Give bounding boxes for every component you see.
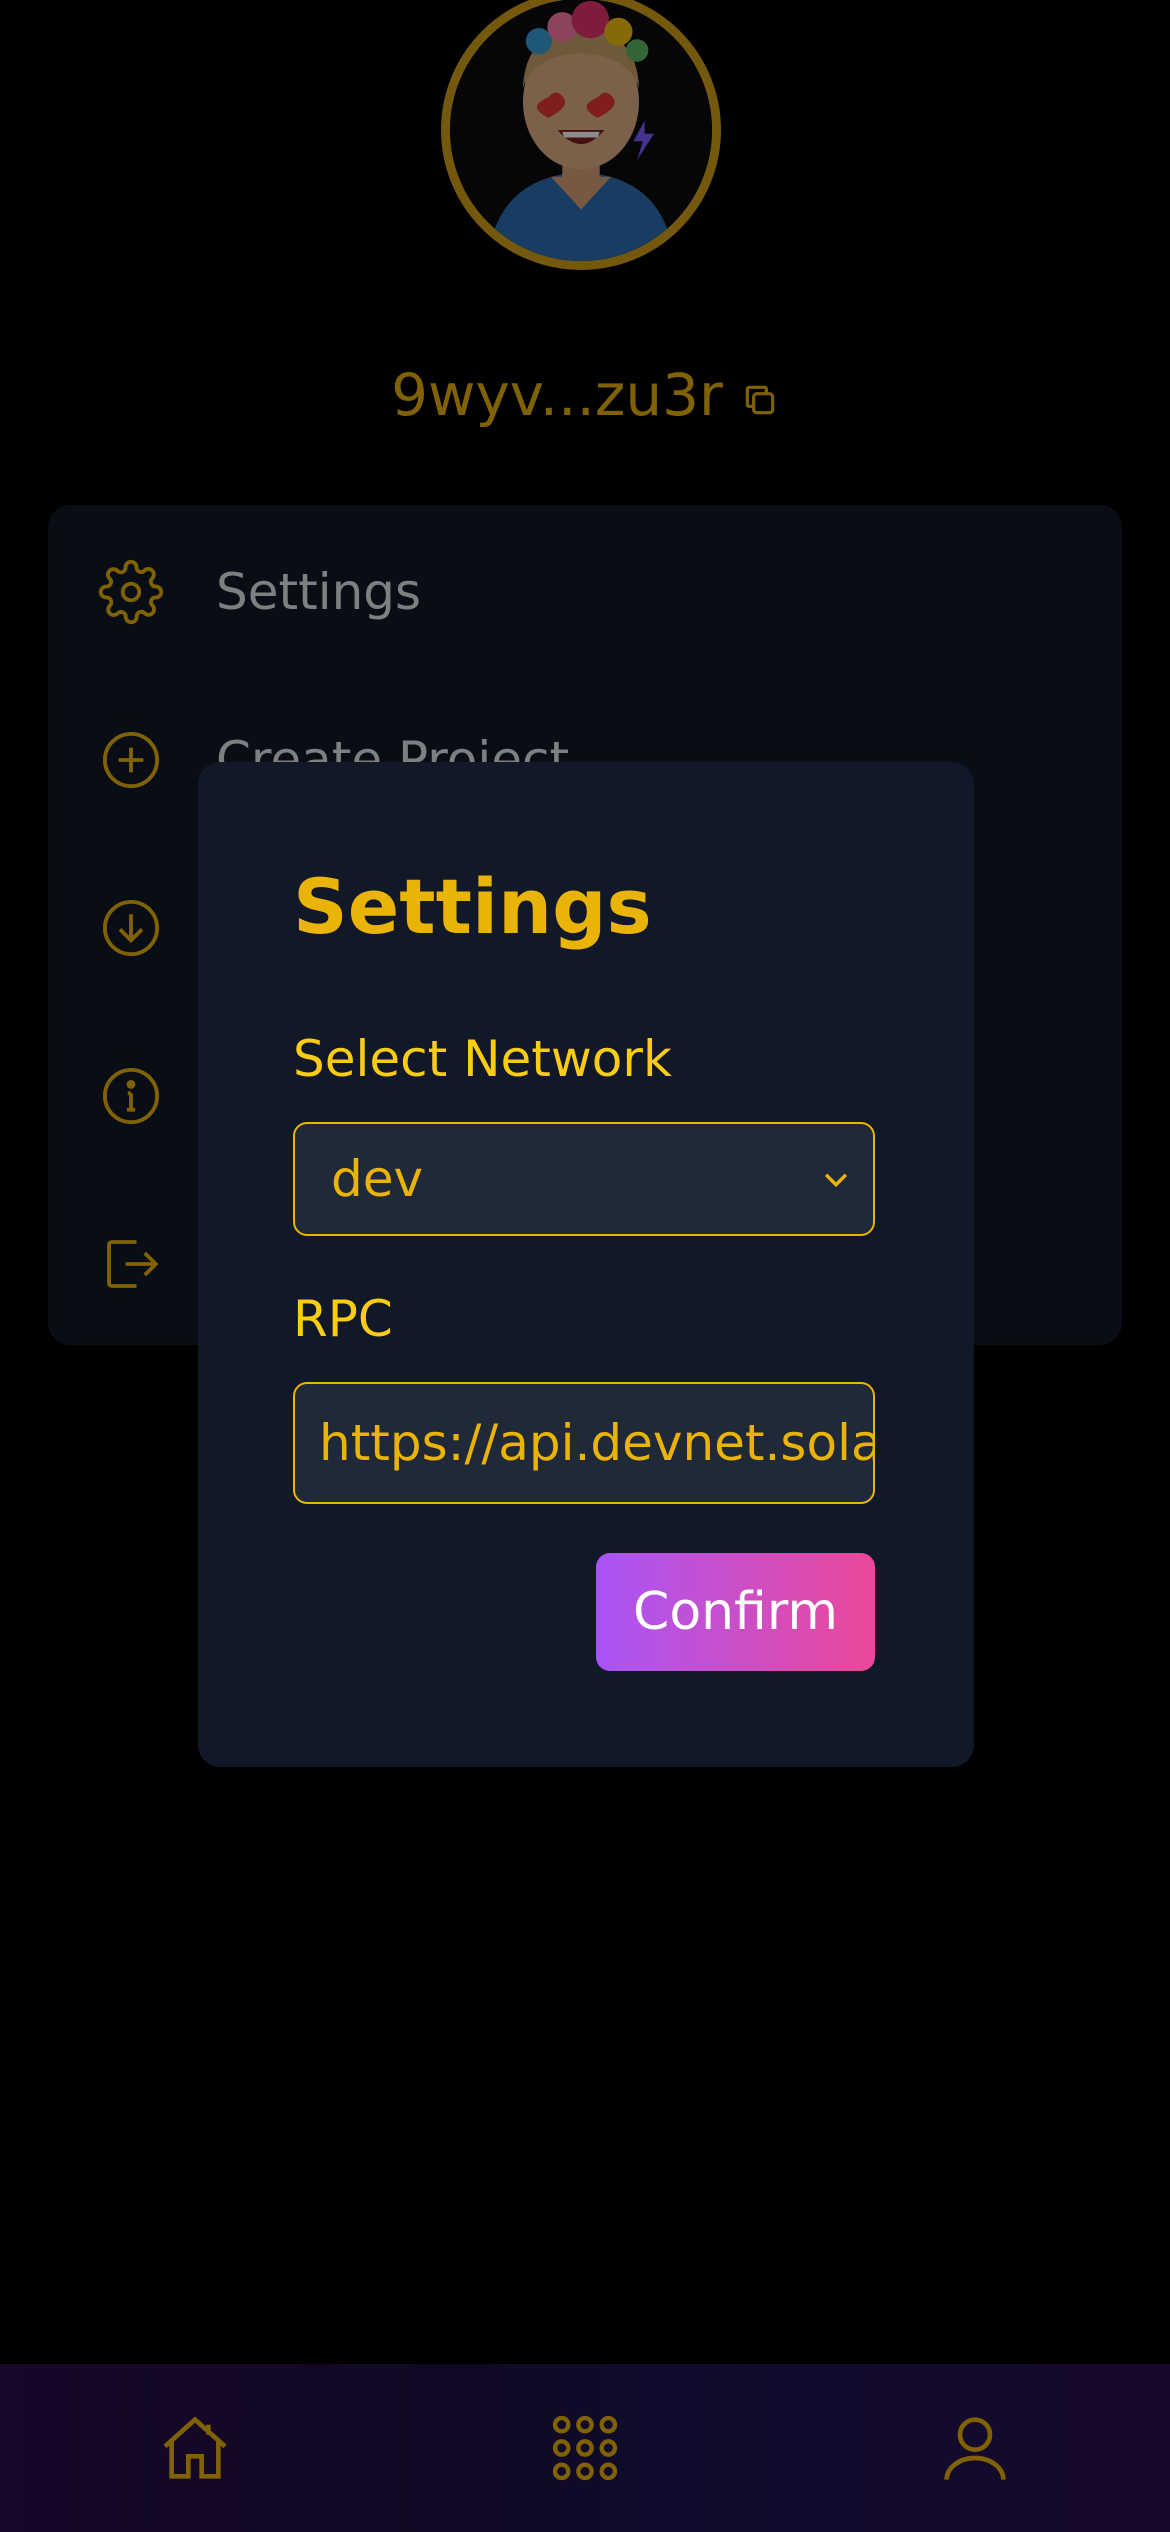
copy-icon[interactable] (741, 381, 779, 419)
apps-grid-icon (552, 2415, 618, 2481)
network-select[interactable]: dev (293, 1122, 875, 1236)
nav-home[interactable] (155, 2408, 235, 2488)
menu-item-settings[interactable]: Settings (98, 557, 998, 627)
confirm-button[interactable]: Confirm (596, 1553, 875, 1671)
nav-profile[interactable] (935, 2408, 1015, 2488)
chevron-down-icon (824, 1173, 848, 1188)
network-select-value: dev (331, 1150, 424, 1208)
rpc-input-value: https://api.devnet.solar (319, 1414, 875, 1472)
download-circle-icon (102, 899, 160, 957)
home-icon (163, 2416, 227, 2479)
gear-icon (98, 559, 164, 625)
nav-apps[interactable] (545, 2408, 625, 2488)
modal-title: Settings (293, 862, 652, 951)
wallet-address-row: 9wyv...zu3r (0, 355, 1170, 435)
rpc-input[interactable]: https://api.devnet.solar (293, 1382, 875, 1504)
logout-icon (107, 1240, 159, 1288)
network-label: Select Network (293, 1030, 672, 1088)
bottom-nav (0, 2364, 1170, 2532)
rpc-label: RPC (293, 1290, 393, 1348)
menu-label-settings: Settings (216, 563, 422, 621)
plus-circle-icon (102, 731, 160, 789)
avatar (441, 0, 721, 270)
settings-modal: Settings Select Network dev RPC https://… (198, 762, 974, 1767)
info-circle-icon (102, 1067, 160, 1125)
wallet-address: 9wyv...zu3r (391, 361, 723, 429)
profile-icon (944, 2417, 1006, 2480)
